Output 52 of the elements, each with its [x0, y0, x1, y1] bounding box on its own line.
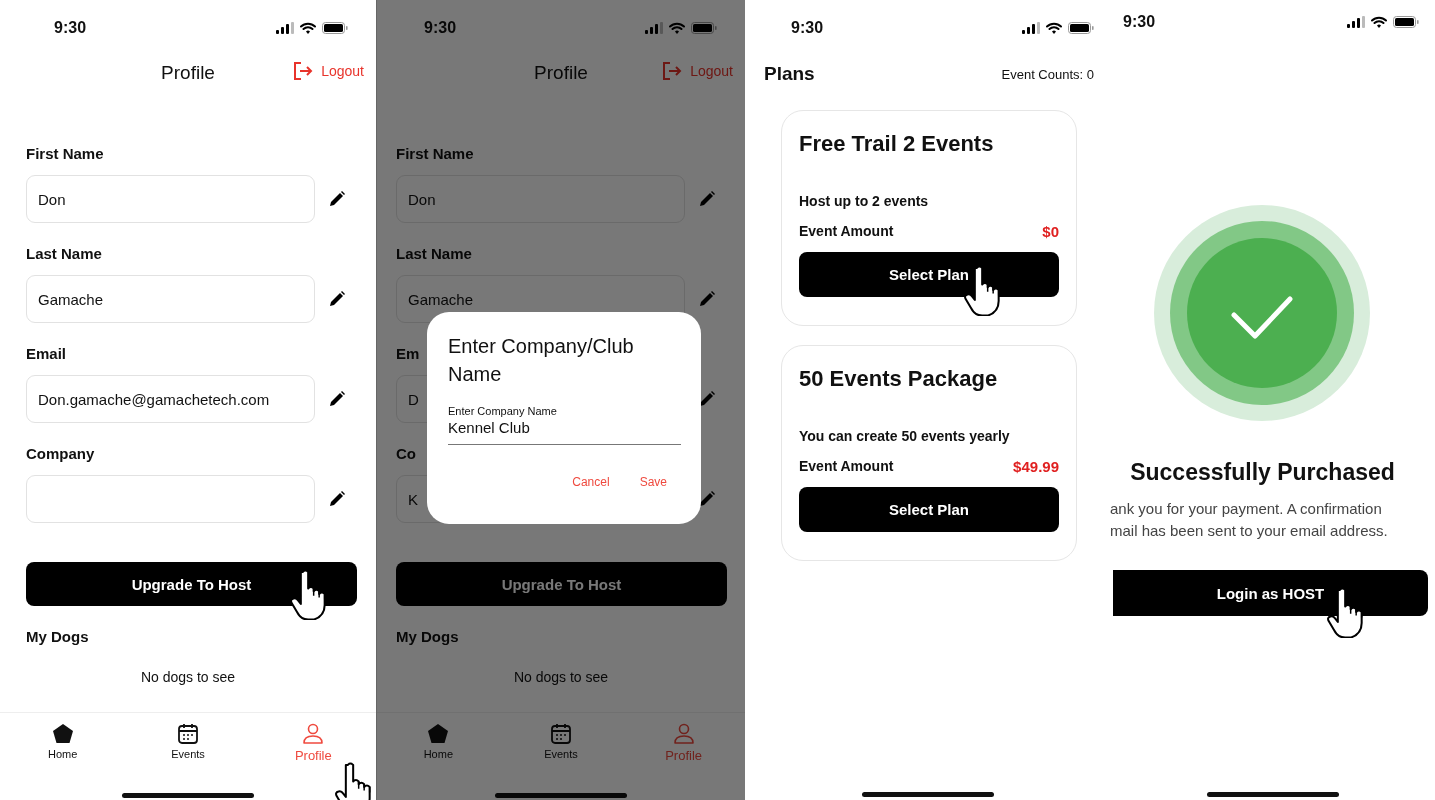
status-time: 9:30	[54, 19, 87, 37]
text-field[interactable]: Gamache	[26, 275, 315, 323]
login-button[interactable]: Login as HOST	[1113, 570, 1428, 616]
select-plan-button[interactable]: Select Plan	[799, 252, 1059, 297]
success-title: Successfully Purchased	[1129, 459, 1396, 487]
logout-button[interactable]: Logout	[662, 62, 733, 80]
empty-message: No dogs to see	[512, 668, 610, 687]
field-label: Last Name	[396, 244, 472, 264]
field-label: First Name	[396, 144, 474, 164]
section-title: My Dogs	[396, 627, 459, 647]
screen-title: Plans	[764, 63, 815, 85]
plan-title: 50 Events Package	[799, 366, 999, 393]
plan-title: Free Trail 2 Events	[799, 131, 995, 158]
select-plan-button[interactable]: Select Plan	[799, 487, 1059, 532]
field-label: Email	[26, 344, 67, 364]
field-label: First Name	[26, 144, 104, 164]
message-text: ank you for your payment. A confirmation	[1110, 499, 1383, 519]
dialog-title: Enter Company/Club Name	[448, 334, 635, 387]
text-field[interactable]: Don.gamache@gamachetech.com	[26, 375, 315, 423]
dialog-button[interactable]: Save	[639, 475, 667, 489]
input-field[interactable]: Enter Company Name Kennel Club	[448, 404, 681, 445]
text-field[interactable]: Don	[396, 175, 685, 223]
amount-label: Event Amount	[799, 458, 894, 475]
status-time: 9:30	[1123, 13, 1156, 31]
status-time: 9:30	[424, 19, 457, 37]
tab[interactable]: Profile	[665, 723, 703, 763]
field-label: Em	[396, 344, 420, 364]
status-time: 9:30	[791, 19, 824, 37]
section-title: My Dogs	[26, 627, 89, 647]
tab[interactable]: Events	[544, 723, 578, 763]
upgrade-button[interactable]: Upgrade To Host	[26, 562, 357, 606]
field-label: Co	[396, 444, 416, 464]
message-text: mail has been sent to your email address.	[1110, 521, 1389, 541]
tab[interactable]: Profile	[294, 723, 332, 763]
screen-title: Profile	[534, 62, 588, 84]
tab[interactable]: Home	[48, 723, 78, 763]
empty-message: No dogs to see	[139, 668, 237, 687]
field-label: Last Name	[26, 244, 102, 264]
logout-button[interactable]: Logout	[293, 62, 364, 80]
tab[interactable]: Home	[423, 723, 453, 763]
text-field[interactable]: Don	[26, 175, 315, 223]
price: $0	[1042, 223, 1059, 240]
plan-description: Host up to 2 events	[799, 193, 930, 209]
upgrade-button[interactable]: Upgrade To Host	[396, 562, 727, 606]
plan-description: You can create 50 events yearly	[799, 428, 1011, 444]
tab[interactable]: Events	[171, 723, 205, 763]
dialog-button[interactable]: Cancel	[572, 475, 610, 489]
field-label: Company	[26, 444, 95, 464]
screen-title: Profile	[161, 62, 215, 84]
amount-label: Event Amount	[799, 223, 894, 240]
price: $49.99	[1013, 458, 1059, 475]
event-count: Event Counts: 0	[1001, 66, 1094, 82]
